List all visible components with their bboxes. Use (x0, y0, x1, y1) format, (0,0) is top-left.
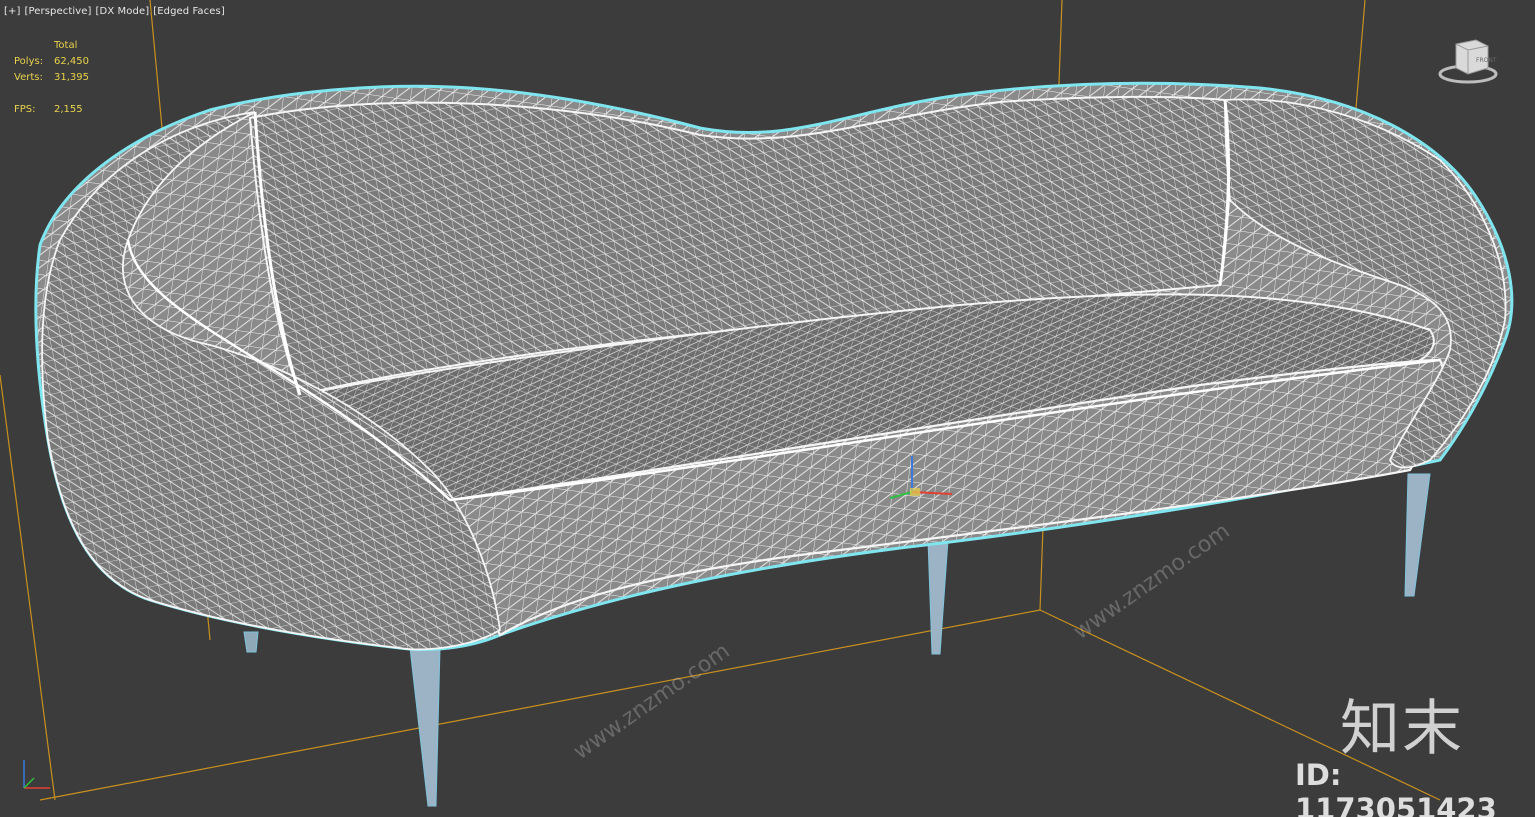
perspective-viewport[interactable]: www.znzmo.com www.znzmo.com [+] [Perspec… (0, 0, 1535, 817)
verts-label: Verts: (14, 72, 43, 83)
watermark-url: www.znzmo.com (569, 639, 734, 765)
viewport-label-menu: [+] [Perspective] [DX Mode] [Edged Faces… (4, 6, 225, 17)
watermark-url-2: www.znzmo.com (1069, 519, 1234, 645)
viewport-view-menu[interactable]: [Perspective] (24, 6, 91, 17)
watermark-logo: 知末 (1340, 694, 1464, 764)
verts-value: 31,395 (54, 72, 89, 83)
polys-label: Polys: (14, 56, 44, 67)
watermark-id: ID: 1173051423 (1295, 758, 1497, 817)
viewcube-face-label: FRONT (1476, 57, 1497, 64)
fps-label: FPS: (14, 104, 36, 115)
stats-total-label: Total (54, 40, 78, 51)
sofa-mesh (34, 81, 1514, 651)
viewport-shading-menu[interactable]: [Edged Faces] (153, 6, 225, 17)
scene-canvas[interactable]: www.znzmo.com www.znzmo.com (0, 0, 1535, 817)
axis-tripod-icon (23, 760, 50, 789)
viewport-mode-menu[interactable]: [DX Mode] (96, 6, 150, 17)
fps-value: 2,155 (54, 104, 83, 115)
viewcube-icon[interactable]: FRONT (1436, 36, 1500, 92)
viewport-plus-menu[interactable]: [+] (4, 6, 20, 17)
statistics-overlay: Total Polys: 62,450 Verts: 31,395 FPS: 2… (14, 38, 114, 118)
polys-value: 62,450 (54, 56, 89, 67)
